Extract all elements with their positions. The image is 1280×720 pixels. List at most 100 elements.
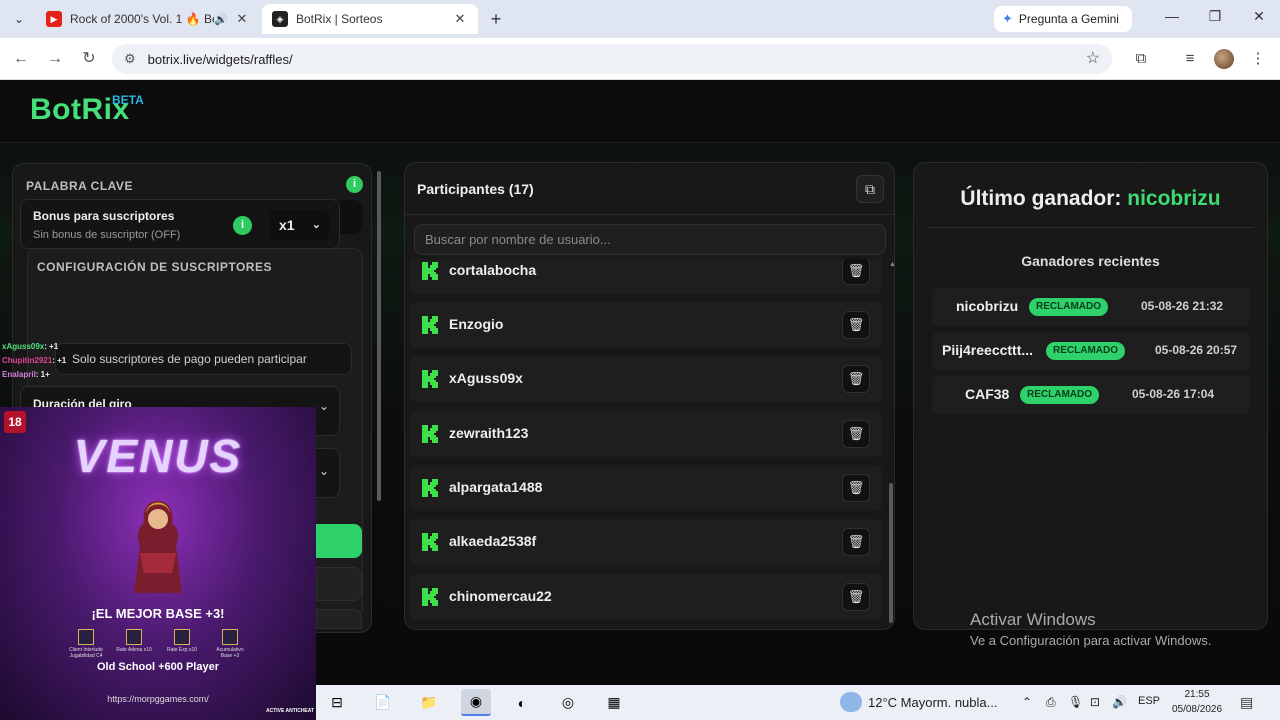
chevron-down-icon[interactable]: ⌄ xyxy=(319,399,329,413)
kick-icon xyxy=(422,588,438,606)
close-tab-icon[interactable]: ✕ xyxy=(452,11,468,27)
participant-search-input[interactable]: Buscar por nombre de usuario... xyxy=(414,224,886,255)
gemini-button[interactable]: ✦ Pregunta a Gemini xyxy=(994,6,1132,32)
kick-icon xyxy=(422,479,438,497)
trash-icon[interactable]: 🗑 xyxy=(842,365,870,393)
task-view-icon[interactable]: ⊟ xyxy=(322,689,352,716)
kick-icon xyxy=(422,370,438,388)
info-icon[interactable]: i xyxy=(233,216,252,235)
participants-title: Participantes (17) xyxy=(417,181,534,197)
participants-scrollbar[interactable] xyxy=(888,269,894,627)
secondary-button[interactable] xyxy=(316,567,362,601)
bonus-multiplier-select[interactable]: x1 ⌄ xyxy=(269,210,329,240)
site-info-icon[interactable]: ⚙ xyxy=(124,51,136,67)
notification-icon[interactable]: ▤ xyxy=(1240,694,1253,711)
forward-icon[interactable]: → xyxy=(44,48,66,70)
feature-icon xyxy=(222,629,238,645)
device-icon[interactable]: ⎙ xyxy=(1046,695,1056,710)
windows-taskbar: ⊟ 📄 📁 ◉ ◐ ◎ ▦ 12°C Mayorm. nubla... ⌃ ⎙ … xyxy=(316,685,1280,720)
info-icon[interactable]: i xyxy=(346,176,363,193)
url-text: botrix.live/widgets/raffles/ xyxy=(147,51,293,67)
menu-icon[interactable]: ⋮ xyxy=(1247,48,1269,70)
chat-message: Enalapril: 1+ xyxy=(2,368,66,382)
minimize-icon[interactable]: — xyxy=(1160,8,1184,24)
discord-icon[interactable]: ◐ xyxy=(507,689,537,716)
feature-text: Client Interlude Jugabilidad C4 xyxy=(69,647,103,659)
url-input[interactable]: ⚙ botrix.live/widgets/raffles/ ☆ xyxy=(112,44,1112,74)
tab-botrix[interactable]: ◈ BotRix | Sorteos ✕ xyxy=(262,4,478,34)
reload-icon[interactable]: ↻ xyxy=(78,48,100,70)
last-winner-heading: Último ganador: nicobrizu xyxy=(914,187,1267,211)
participant-name: alpargata1488 xyxy=(449,479,543,495)
browser-tab-bar: ⌄ ▶ Rock of 2000's Vol. 1 🔥 Be 🔊 ✕ ◈ Bot… xyxy=(0,0,1280,38)
list-item: cortalabocha 🗑 xyxy=(410,259,882,294)
ad-url[interactable]: https://morpggames.com/ xyxy=(0,694,316,704)
chat-user: Chupitin2921 xyxy=(2,356,53,365)
app-icon[interactable]: ▦ xyxy=(599,689,629,716)
extensions-icon[interactable]: ⧉ xyxy=(1130,48,1152,70)
tab-search-icon[interactable]: ⌄ xyxy=(8,8,30,30)
kick-icon xyxy=(422,316,438,334)
trash-icon[interactable]: 🗑 xyxy=(842,528,870,556)
subscribers-only-toggle[interactable]: Solo suscriptores de pago pueden partici… xyxy=(55,343,352,375)
game-ad-overlay[interactable]: 18 VENUS ¡EL MEJOR BASE +3! Client Inter… xyxy=(0,407,316,720)
ad-brand-logo: VENUS xyxy=(73,430,243,482)
bookmark-star-icon[interactable]: ☆ xyxy=(1086,48,1100,68)
participant-name: alkaeda2538f xyxy=(449,533,537,549)
scrollbar-thumb[interactable] xyxy=(889,483,893,623)
new-tab-button[interactable]: + xyxy=(484,8,508,30)
obs-icon[interactable]: ◎ xyxy=(553,689,583,716)
keyword-label: PALABRA CLAVE xyxy=(26,179,133,193)
subscriber-bonus-row: Bonus para suscriptores Sin bonus de sus… xyxy=(20,199,340,249)
winner-row: nicobrizu RECLAMADO 05-08-26 21:32 xyxy=(932,288,1250,326)
chrome-icon[interactable]: ◉ xyxy=(461,689,491,716)
trash-icon[interactable]: 🗑 xyxy=(842,311,870,339)
tertiary-button[interactable] xyxy=(316,609,362,629)
microphone-icon[interactable]: 🎙 xyxy=(1068,695,1083,709)
participant-name: chinomercau22 xyxy=(449,588,552,604)
last-winner-name: nicobrizu xyxy=(1127,187,1221,210)
scroll-up-icon[interactable]: ▲ xyxy=(889,261,896,268)
copy-icon[interactable]: ⧉ xyxy=(856,175,884,203)
clock-time: 21:55 xyxy=(1184,689,1210,700)
close-window-icon[interactable]: ✕ xyxy=(1247,8,1271,25)
winner-date: 05-08-26 21:32 xyxy=(1141,299,1224,313)
trash-icon[interactable]: 🗑 xyxy=(842,259,870,285)
bonus-multiplier-value: x1 xyxy=(279,217,295,233)
chevron-up-icon[interactable]: ⌃ xyxy=(1022,695,1032,709)
network-icon[interactable]: ⊡ xyxy=(1090,695,1100,709)
weather-text[interactable]: 12°C Mayorm. nubla... xyxy=(868,695,997,710)
system-clock[interactable]: 21:55 05/08/2026 xyxy=(1170,687,1224,717)
watermark-title: Activar Windows xyxy=(970,610,1096,629)
chat-user: xAguss09x xyxy=(2,342,45,351)
participant-list: cortalabocha 🗑 Enzogio 🗑 xAguss09x 🗑 zew… xyxy=(410,259,882,627)
winner-date: 05-08-26 20:57 xyxy=(1155,343,1238,357)
folder-icon[interactable]: 📁 xyxy=(414,689,444,716)
clock-date: 05/08/2026 xyxy=(1171,704,1223,715)
feature-icon xyxy=(78,629,94,645)
audio-icon[interactable]: 🔊 xyxy=(214,13,228,26)
close-tab-icon[interactable]: ✕ xyxy=(234,11,250,27)
address-bar: ← → ↻ ⚙ botrix.live/widgets/raffles/ ☆ ⧉… xyxy=(0,38,1280,80)
restore-icon[interactable]: ❐ xyxy=(1203,8,1227,25)
tab-youtube[interactable]: ▶ Rock of 2000's Vol. 1 🔥 Be 🔊 ✕ xyxy=(36,4,260,34)
back-icon[interactable]: ← xyxy=(10,48,32,70)
profile-avatar[interactable] xyxy=(1214,49,1234,69)
feature-icon xyxy=(174,629,190,645)
start-raffle-button[interactable] xyxy=(316,524,362,558)
list-item: xAguss09x 🗑 xyxy=(410,356,882,402)
scrollbar-thumb[interactable] xyxy=(377,171,381,501)
list-item: alkaeda2538f 🗑 xyxy=(410,519,882,565)
trash-icon[interactable]: 🗑 xyxy=(842,474,870,502)
trash-icon[interactable]: 🗑 xyxy=(842,583,870,611)
file-icon[interactable]: 📄 xyxy=(368,689,398,716)
chat-message: Chupitin2921: +1 xyxy=(2,354,66,368)
trash-icon[interactable]: 🗑 xyxy=(842,420,870,448)
volume-icon[interactable]: 🔊 xyxy=(1112,695,1127,709)
language-indicator[interactable]: ESP xyxy=(1138,695,1160,707)
weather-icon[interactable] xyxy=(840,692,862,712)
settings-scrollbar[interactable] xyxy=(376,163,382,629)
chevron-down-icon[interactable]: ⌄ xyxy=(319,464,329,478)
chat-text: : +1 xyxy=(52,356,67,365)
media-control-icon[interactable]: ≡ xyxy=(1179,48,1201,70)
